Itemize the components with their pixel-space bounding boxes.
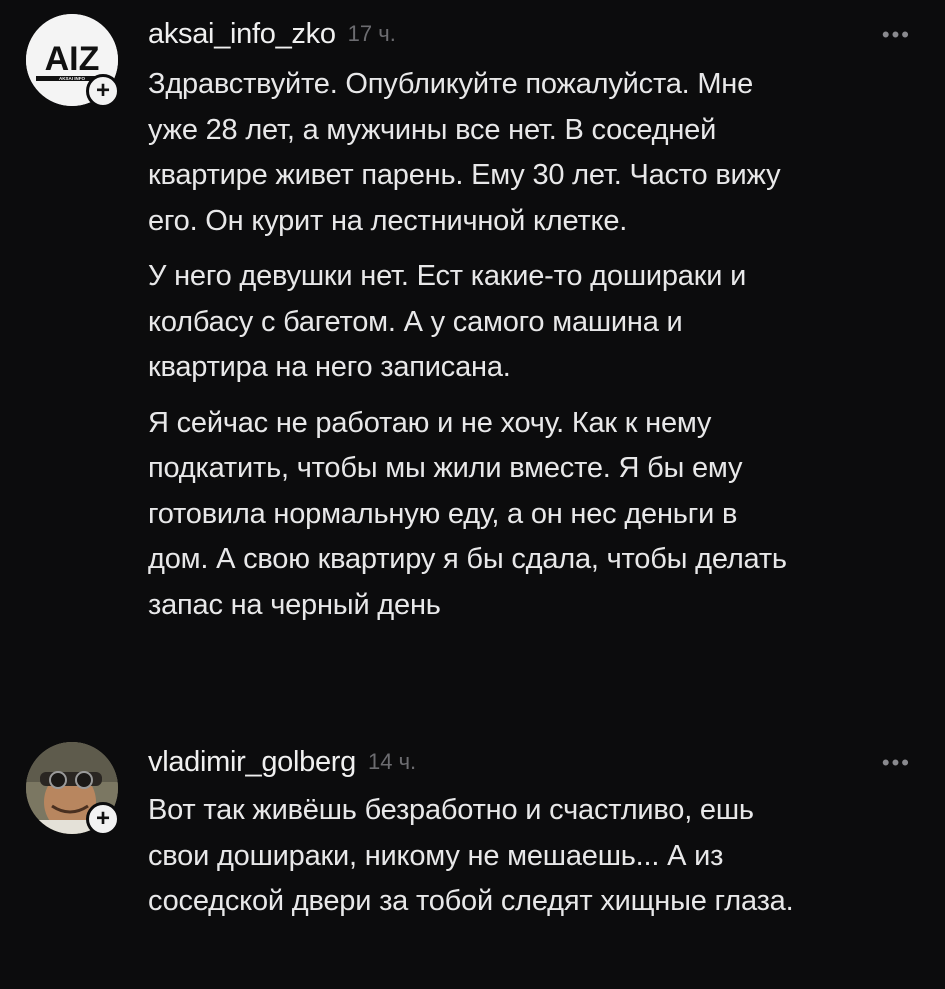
username[interactable]: aksai_info_zko (148, 18, 336, 51)
comment-content: aksai_info_zko 17 ч. ••• Здравствуйте. О… (148, 14, 915, 628)
comment-line: его. Он курит на лестничной клетке. (148, 204, 628, 237)
comment-line: дом. А свою квартиру я бы сдала, чтобы д… (148, 543, 787, 575)
timestamp: 17 ч. (347, 21, 396, 46)
more-options-icon[interactable]: ••• (882, 750, 911, 776)
comment-line: запас на черный день (148, 588, 441, 621)
comment-line: Я сейчас не работаю и не хочу. Как к нем… (148, 406, 712, 439)
comment-line: Вот так живёшь безработно и счастливо, е… (148, 794, 754, 826)
comment-content: vladimir_golberg 14 ч. ••• Вот так живёш… (148, 742, 915, 925)
avatar-logo-subtext: AKSAI INFO (59, 76, 86, 81)
timestamp: 14 ч. (367, 749, 417, 774)
comment-text: Вот так живёшь безработно и счастливо, е… (148, 788, 915, 925)
username[interactable]: vladimir_golberg (148, 746, 356, 779)
avatar-container[interactable]: AIZ AKSAI INFO + (26, 14, 120, 108)
comment-line: свои дошираки, никому не мешаешь... А из (148, 839, 724, 872)
comment-line: У него девушки нет. Ест какие-то доширак… (148, 260, 747, 292)
comment-text: Здравствуйте. Опубликуйте пожалуйста. Мн… (148, 62, 915, 628)
comment-line: готовила нормальную еду, а он нес деньги… (148, 497, 738, 530)
comment-line: квартире живет парень. Ему 30 лет. Часто… (148, 159, 781, 191)
comment-line: квартира на него записана. (148, 351, 511, 383)
comment-line: подкатить, чтобы мы жили вместе. Я бы ем… (148, 452, 743, 484)
comment-line: колбасу с багетом. А у самого машина и (148, 305, 683, 338)
add-follow-icon[interactable]: + (86, 802, 120, 836)
comment-line: уже 28 лет, а мужчины все нет. В соседне… (148, 113, 717, 146)
comment-header: aksai_info_zko 17 ч. ••• (148, 14, 915, 54)
comment-line: соседской двери за тобой следят хищные г… (148, 885, 794, 917)
comment-header: vladimir_golberg 14 ч. ••• (148, 742, 915, 782)
comment-line: Здравствуйте. Опубликуйте пожалуйста. Мн… (148, 68, 754, 100)
more-options-icon[interactable]: ••• (882, 22, 911, 48)
avatar-container[interactable]: + (26, 742, 120, 836)
add-follow-icon[interactable]: + (86, 74, 120, 108)
avatar-logo-text: AIZ (45, 40, 100, 78)
